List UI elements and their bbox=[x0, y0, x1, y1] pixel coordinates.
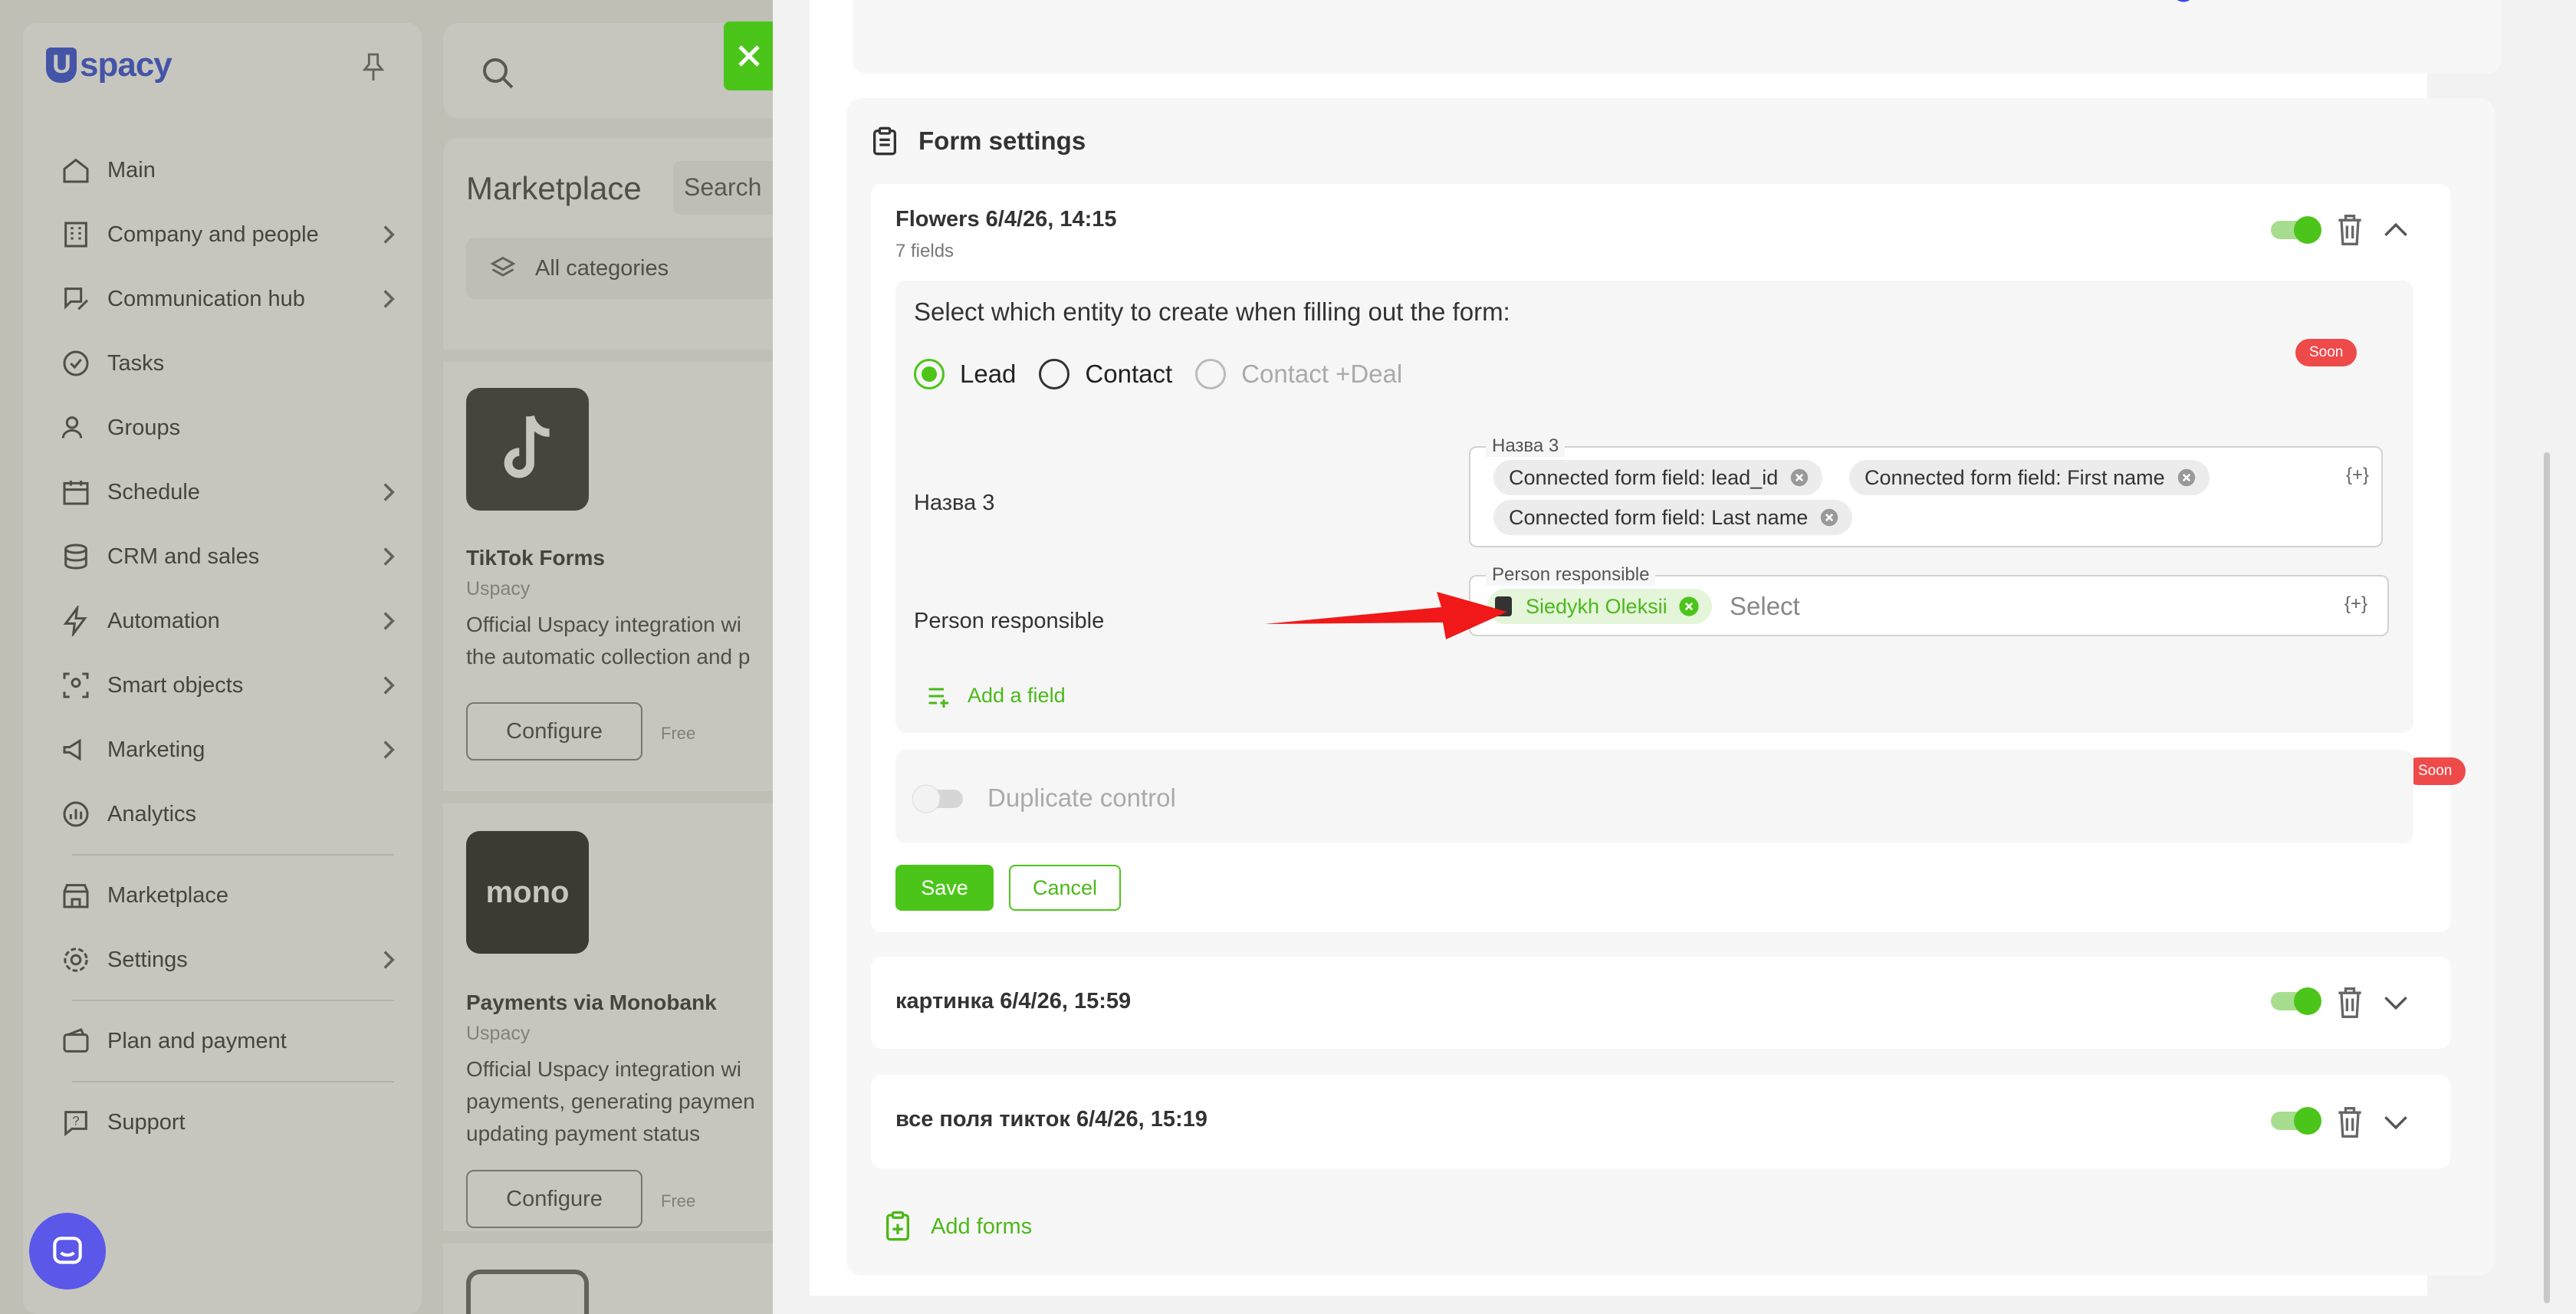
field-label: Person responsible bbox=[914, 609, 1105, 633]
user-chip: Siedykh Oleksii bbox=[1487, 589, 1712, 624]
form-title: картинка 6/4/26, 15:59 bbox=[895, 989, 1132, 1013]
radio-button bbox=[1195, 359, 1227, 389]
close-drawer-button[interactable] bbox=[724, 21, 774, 90]
info-circle-icon bbox=[2177, 0, 2190, 2]
field-label: Назва 3 bbox=[914, 491, 995, 515]
insert-variable-button[interactable]: {+} bbox=[2344, 593, 2367, 615]
clipboard-icon bbox=[873, 126, 896, 156]
modal-backdrop[interactable] bbox=[0, 0, 774, 1314]
chevron-down-icon[interactable] bbox=[2383, 994, 2409, 1012]
form-field-count: 7 fields bbox=[895, 241, 955, 261]
red-arrow-annotation bbox=[1265, 592, 1507, 639]
clipboard-add-icon bbox=[886, 1211, 909, 1241]
form-enabled-toggle[interactable] bbox=[2271, 1107, 2321, 1135]
mapping-chip: Connected form field: lead_id bbox=[1493, 460, 1823, 495]
form-settings-section: Form settings Flowers 6/4/26, 14:15 7 fi… bbox=[846, 98, 2495, 1276]
trash-icon[interactable] bbox=[2335, 213, 2364, 247]
entity-question: Select which entity to create when filli… bbox=[914, 297, 1510, 326]
close-icon bbox=[738, 45, 760, 67]
list-add-icon bbox=[928, 688, 948, 708]
section-header: Form settings bbox=[869, 126, 1086, 156]
save-button[interactable]: Save bbox=[895, 865, 994, 911]
form-entity-panel: Select which entity to create when filli… bbox=[895, 281, 2413, 733]
remove-chip-icon[interactable] bbox=[1819, 507, 1840, 528]
chat-icon bbox=[53, 1237, 82, 1264]
remove-chip-icon[interactable] bbox=[2176, 467, 2197, 488]
form-card-kartinka[interactable]: картинка 6/4/26, 15:59 bbox=[871, 957, 2450, 1049]
add-field-button[interactable]: Add a field bbox=[926, 684, 1066, 708]
field-mapping-input[interactable]: Назва 3 Connected form field: lead_id Co… bbox=[1469, 435, 2383, 547]
remove-chip-icon[interactable] bbox=[1678, 596, 1700, 617]
form-enabled-toggle[interactable] bbox=[2271, 216, 2321, 244]
entity-radio-group: Lead Contact Contact +Deal bbox=[914, 359, 1425, 389]
duplicate-control-panel: Duplicate control bbox=[895, 750, 2413, 843]
add-forms-button[interactable]: Add forms bbox=[885, 1211, 1032, 1242]
form-card-flowers: Flowers 6/4/26, 14:15 7 fields Select wh… bbox=[871, 184, 2466, 932]
previous-section bbox=[853, 0, 2501, 74]
duplicate-control-toggle bbox=[912, 784, 963, 813]
select-placeholder: Select bbox=[1730, 592, 1800, 620]
cancel-button[interactable]: Cancel bbox=[1009, 865, 1121, 911]
form-title: все поля тикток 6/4/26, 15:19 bbox=[895, 1107, 1208, 1132]
person-responsible-select[interactable]: Person responsible Siedykh Oleksii Selec… bbox=[1469, 564, 2389, 636]
chevron-down-icon[interactable] bbox=[2383, 1113, 2409, 1132]
radio-button[interactable] bbox=[1039, 359, 1070, 389]
trash-icon[interactable] bbox=[2335, 986, 2364, 1020]
duplicate-control-label: Duplicate control bbox=[987, 783, 1176, 812]
radio-contact[interactable]: Contact bbox=[1039, 359, 1172, 389]
radio-contact-deal: Contact +Deal bbox=[1195, 359, 1402, 389]
form-title: Flowers 6/4/26, 14:15 bbox=[895, 207, 1117, 232]
mapping-chip: Connected form field: First name bbox=[1849, 460, 2210, 495]
drawer-scrollbar[interactable] bbox=[2544, 452, 2550, 1303]
radio-button[interactable] bbox=[914, 359, 945, 389]
chat-widget-button[interactable] bbox=[29, 1213, 106, 1289]
trash-icon[interactable] bbox=[2335, 1105, 2364, 1139]
form-card-vse-polya[interactable]: все поля тикток 6/4/26, 15:19 bbox=[871, 1075, 2450, 1168]
form-enabled-toggle[interactable] bbox=[2271, 987, 2321, 1015]
soon-badge: Soon bbox=[2404, 757, 2466, 785]
soon-badge: Soon bbox=[2295, 339, 2358, 366]
radio-lead[interactable]: Lead bbox=[914, 359, 1016, 389]
chevron-up-icon[interactable] bbox=[2383, 221, 2409, 239]
mapping-chip: Connected form field: Last name bbox=[1493, 500, 1853, 535]
remove-chip-icon[interactable] bbox=[1789, 467, 1810, 488]
insert-variable-button[interactable]: {+} bbox=[2346, 465, 2369, 486]
